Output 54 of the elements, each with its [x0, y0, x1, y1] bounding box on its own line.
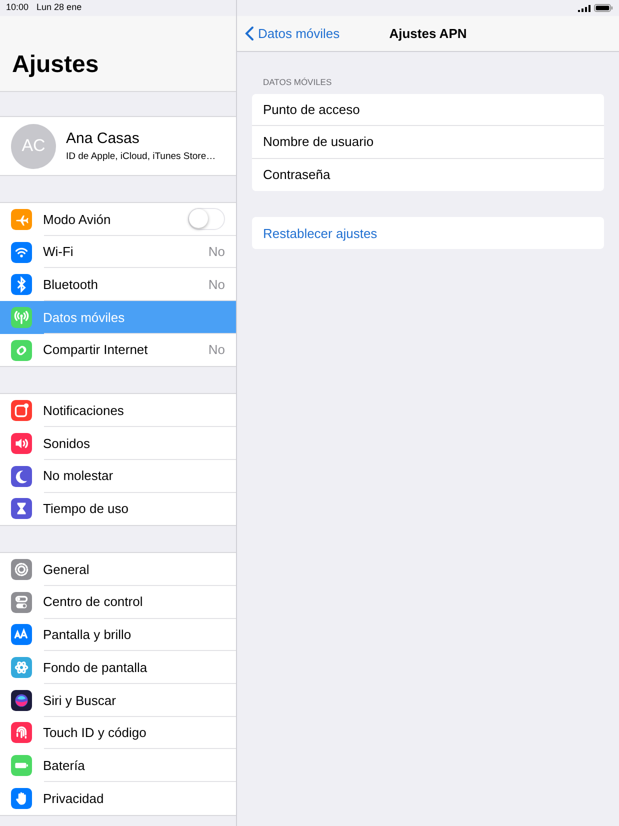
battery-icon	[11, 755, 32, 776]
settings-row[interactable]: Compartir Internet No	[0, 334, 236, 366]
settings-row[interactable]: Pantalla y brillo	[0, 618, 236, 652]
airplane-icon	[11, 208, 32, 230]
avatar: AC	[11, 124, 56, 168]
settings-row[interactable]: Notificaciones	[0, 394, 236, 428]
nav-title: Ajustes APN	[389, 26, 467, 41]
back-button[interactable]: Datos móviles	[245, 24, 340, 44]
settings-row[interactable]: Bluetooth No	[0, 268, 236, 302]
settings-row[interactable]: Privacidad	[0, 782, 236, 815]
flower-icon	[11, 657, 32, 678]
settings-row[interactable]: General	[0, 553, 236, 586]
profile-name: Ana Casas	[66, 128, 140, 149]
profile-row[interactable]: AC Ana Casas ID de Apple, iCloud, iTunes Store…	[0, 116, 236, 176]
settings-row[interactable]: Fondo de pantalla	[0, 651, 236, 684]
antenna-icon	[11, 306, 32, 328]
notification-icon	[11, 400, 32, 422]
field-label: Nombre de usuario	[252, 126, 604, 159]
chevron-icon	[245, 26, 254, 41]
gear-icon	[11, 559, 32, 580]
text-size-icon	[11, 624, 32, 646]
signal-icon	[578, 4, 591, 12]
settings-row[interactable]: Siri y Buscar	[0, 684, 236, 717]
profile-subtitle: ID de Apple, iCloud, iTunes Store…	[66, 150, 216, 164]
link-icon	[11, 340, 32, 361]
settings-row[interactable]: Sonidos	[0, 427, 236, 460]
settings-row[interactable]: Touch ID y código	[0, 716, 236, 750]
section-header: DATOS MÓVILES	[262, 76, 333, 89]
settings-row[interactable]: Tiempo de uso	[0, 492, 236, 526]
bluetooth-icon	[11, 274, 32, 296]
row-value: No	[208, 276, 225, 294]
settings-row[interactable]: Centro de control	[0, 586, 236, 619]
switches-icon	[11, 592, 32, 613]
settings-row[interactable]: Batería	[0, 749, 236, 782]
orb-icon	[11, 690, 32, 711]
wifi-icon	[11, 242, 32, 263]
settings-row[interactable]: No molestar	[0, 460, 236, 492]
toggle-switch[interactable]	[188, 208, 225, 230]
status-time: 10:00	[6, 1, 29, 14]
field-label: Punto de acceso	[252, 94, 604, 126]
status-date: Lun 28 ene	[36, 1, 82, 14]
fingerprint-icon	[11, 722, 32, 744]
row-value: No	[208, 243, 225, 262]
battery-icon	[594, 4, 613, 12]
hourglass-icon	[11, 498, 32, 520]
speaker-icon	[11, 432, 32, 454]
reset-button[interactable]: Restablecer ajustes	[252, 217, 604, 250]
field-label: Contraseña	[262, 166, 332, 184]
hand-icon	[11, 788, 32, 809]
sidebar-title: Ajustes	[12, 50, 99, 80]
settings-row[interactable]: Modo Avión	[0, 203, 236, 236]
settings-row[interactable]: Wi-Fi No	[0, 236, 236, 268]
moon-icon	[11, 466, 32, 487]
row-value: No	[208, 341, 225, 360]
